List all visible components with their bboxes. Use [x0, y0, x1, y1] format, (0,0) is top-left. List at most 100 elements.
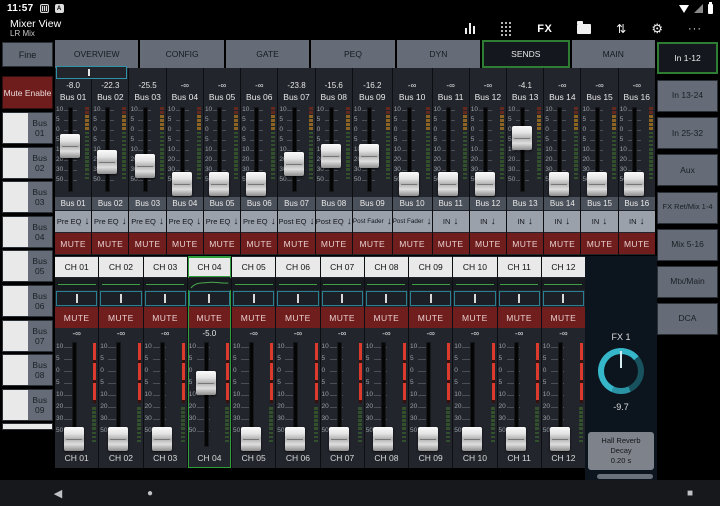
pan-box[interactable] — [366, 291, 407, 306]
tab-peq[interactable]: PEQ — [311, 40, 394, 68]
layer-button-fx-ret-mix-1-4[interactable]: FX Ret/Mix 1-4 — [657, 192, 718, 224]
scenes-folder-icon[interactable] — [577, 24, 591, 34]
send-tap-button[interactable]: IN↓ — [507, 211, 543, 232]
eq-curve-display[interactable] — [409, 278, 452, 290]
channel-select-button[interactable]: CH 11 — [498, 257, 541, 277]
fader-cap[interactable] — [97, 150, 117, 174]
layer-button-dca[interactable]: DCA — [657, 303, 718, 335]
bus-mute-button[interactable]: MUTE — [241, 233, 277, 254]
layer-button-in-25-32[interactable]: In 25-32 — [657, 117, 718, 149]
tab-sends[interactable]: SENDS — [482, 40, 569, 68]
eq-curve-display[interactable] — [498, 278, 541, 290]
eq-curve-display[interactable] — [232, 278, 275, 290]
tab-main[interactable]: MAIN — [572, 40, 655, 68]
send-tap-button[interactable]: Pre EQ↓ — [92, 211, 128, 232]
bus-mute-button[interactable]: MUTE — [544, 233, 580, 254]
fader-cap[interactable] — [550, 427, 570, 451]
send-tap-button[interactable]: Pre EQ↓ — [241, 211, 277, 232]
bus-mute-button[interactable]: MUTE — [393, 233, 432, 254]
send-tap-button[interactable]: Pre EQ↓ — [204, 211, 240, 232]
tab-overview[interactable]: OVERVIEW — [55, 40, 138, 68]
sidebar-bus-button[interactable]: Bus 03 — [2, 181, 53, 213]
channel-select-button[interactable]: CH 03 — [144, 257, 187, 277]
eq-curve-display[interactable] — [55, 278, 98, 290]
fader-cap[interactable] — [172, 172, 192, 196]
fader-cap[interactable] — [359, 144, 379, 168]
home-icon[interactable]: ● — [140, 480, 160, 506]
fader-cap[interactable] — [241, 427, 261, 451]
send-tap-button[interactable]: IN↓ — [581, 211, 617, 232]
recents-icon[interactable]: ■ — [680, 480, 700, 506]
fader-cap[interactable] — [60, 134, 80, 158]
fader-cap[interactable] — [549, 172, 569, 196]
horizontal-scrollbar[interactable] — [597, 474, 653, 479]
bus-mute-button[interactable]: MUTE — [353, 233, 392, 254]
pan-box[interactable] — [100, 291, 141, 306]
channel-mute-button[interactable]: MUTE — [321, 307, 364, 328]
overflow-menu-icon[interactable]: ··· — [688, 25, 702, 33]
send-tap-button[interactable]: IN↓ — [544, 211, 580, 232]
sidebar-bus-button[interactable]: Bus 02 — [2, 147, 53, 179]
fader-cap[interactable] — [209, 172, 229, 196]
fader-cap[interactable] — [196, 371, 216, 395]
fader-cap[interactable] — [399, 172, 419, 196]
bus-mute-button[interactable]: MUTE — [619, 233, 655, 254]
pan-box[interactable] — [277, 291, 318, 306]
bus-mute-button[interactable]: MUTE — [204, 233, 240, 254]
send-tap-button[interactable]: Post EQ↓ — [316, 211, 352, 232]
bus-mute-button[interactable]: MUTE — [581, 233, 617, 254]
channel-select-button[interactable]: CH 06 — [276, 257, 319, 277]
fader-cap[interactable] — [321, 144, 341, 168]
bus-mute-button[interactable]: MUTE — [55, 233, 91, 254]
meters-icon[interactable] — [464, 23, 476, 34]
channel-select-button[interactable]: CH 12 — [542, 257, 585, 277]
eq-curve-display[interactable] — [144, 278, 187, 290]
channel-select-button[interactable]: CH 04 — [188, 257, 231, 277]
channel-mute-button[interactable]: MUTE — [55, 307, 98, 328]
channel-select-button[interactable]: CH 02 — [99, 257, 142, 277]
channel-select-button[interactable]: CH 05 — [232, 257, 275, 277]
eq-curve-display[interactable] — [99, 278, 142, 290]
send-tap-button[interactable]: Post Fader↓ — [393, 211, 432, 232]
dialpad-icon[interactable] — [501, 21, 512, 36]
pan-box[interactable] — [410, 291, 451, 306]
send-tap-button[interactable]: Post EQ↓ — [278, 211, 314, 232]
pan-box[interactable] — [454, 291, 495, 306]
fader-cap[interactable] — [418, 427, 438, 451]
bus-mute-button[interactable]: MUTE — [167, 233, 203, 254]
send-tap-button[interactable]: Pre EQ↓ — [167, 211, 203, 232]
channel-mute-button[interactable]: MUTE — [365, 307, 408, 328]
channel-mute-button[interactable]: MUTE — [542, 307, 585, 328]
channel-select-button[interactable]: CH 08 — [365, 257, 408, 277]
channel-mute-button[interactable]: MUTE — [188, 307, 231, 328]
sidebar-bus-button[interactable]: Bus 06 — [2, 285, 53, 317]
sidebar-bus-button[interactable]: Bus 04 — [2, 216, 53, 248]
pan-box[interactable] — [499, 291, 540, 306]
channel-mute-button[interactable]: MUTE — [276, 307, 319, 328]
lr-pan-box[interactable] — [56, 66, 127, 79]
bus-mute-button[interactable]: MUTE — [129, 233, 165, 254]
mute-enable-button[interactable]: Mute Enable — [2, 76, 53, 109]
sidebar-bus-button[interactable]: Bus 01 — [2, 112, 53, 144]
fx-patch-button[interactable]: Hall Reverb Decay 0.20 s — [588, 432, 654, 470]
channel-mute-button[interactable]: MUTE — [498, 307, 541, 328]
sidebar-bus-button[interactable]: Bus 05 — [2, 250, 53, 282]
layer-button-aux[interactable]: Aux — [657, 154, 718, 186]
pan-box[interactable] — [145, 291, 186, 306]
bus-mute-button[interactable]: MUTE — [433, 233, 469, 254]
fader-cap[interactable] — [373, 427, 393, 451]
channel-mute-button[interactable]: MUTE — [144, 307, 187, 328]
bus-mute-button[interactable]: MUTE — [507, 233, 543, 254]
tab-gate[interactable]: GATE — [226, 40, 309, 68]
channel-mute-button[interactable]: MUTE — [409, 307, 452, 328]
fader-cap[interactable] — [284, 152, 304, 176]
channel-mute-button[interactable]: MUTE — [453, 307, 496, 328]
bus-mute-button[interactable]: MUTE — [470, 233, 506, 254]
sidebar-bus-button[interactable]: Bus 09 — [2, 389, 53, 421]
fader-cap[interactable] — [152, 427, 172, 451]
fader-cap[interactable] — [462, 427, 482, 451]
send-tap-button[interactable]: IN↓ — [619, 211, 655, 232]
fader-cap[interactable] — [246, 172, 266, 196]
fx-menu-button[interactable]: FX — [537, 23, 552, 35]
layer-button-in-13-24[interactable]: In 13-24 — [657, 80, 718, 112]
